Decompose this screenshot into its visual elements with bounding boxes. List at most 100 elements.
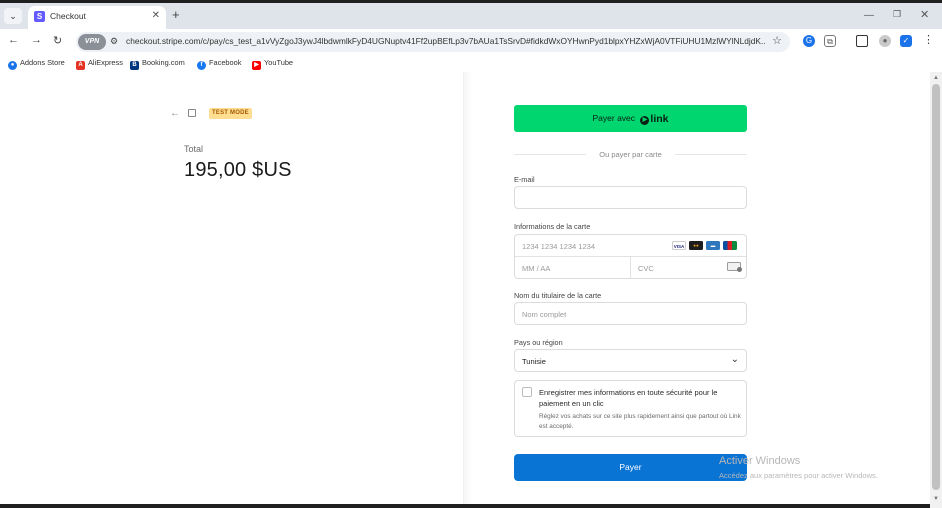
reload-button[interactable]: ↻ [53, 34, 62, 47]
cardholder-placeholder: Nom complet [522, 310, 567, 319]
reload-icon: ↻ [53, 35, 63, 47]
email-label: E-mail [514, 175, 535, 184]
arrow-right-icon: → [31, 34, 42, 46]
plus-icon: + [172, 7, 180, 22]
tab-strip: ⌄ S Checkout ✕ + — ❐ ✕ [0, 3, 942, 29]
country-value: Tunisie [522, 357, 546, 366]
menu-button[interactable]: ⋮ [923, 33, 934, 46]
test-mode-badge: TEST MODE [209, 108, 252, 119]
site-settings-icon[interactable]: ⚙ [110, 36, 118, 47]
divider-line-left [514, 154, 586, 155]
bookmark-aliexpress[interactable]: A AliExpress [76, 58, 123, 70]
scroll-up-icon[interactable]: ▲ [933, 75, 939, 81]
link-arrow-icon: ▶ [640, 116, 650, 125]
cardholder-name-field[interactable]: Nom complet [514, 302, 747, 325]
scroll-down-icon[interactable]: ▼ [933, 496, 939, 502]
bookmark-booking[interactable]: B Booking.com [130, 58, 185, 70]
tab-title: Checkout [50, 11, 86, 21]
back-arrow-icon[interactable]: ← [170, 108, 180, 119]
bookmark-label: AliExpress [88, 58, 123, 67]
close-window-button[interactable]: ✕ [920, 8, 929, 21]
page-scrollbar[interactable]: ▲ ▼ [930, 72, 942, 508]
country-label: Pays ou région [514, 338, 563, 347]
minimize-icon: — [864, 10, 874, 21]
mastercard-icon: ●● [689, 241, 703, 250]
bookmark-label: Facebook [209, 58, 242, 67]
total-label: Total [184, 144, 204, 154]
save-info-description: Réglez vos achats sur ce site plus rapid… [539, 413, 741, 430]
aliexpress-icon: A [76, 61, 85, 70]
profile-avatar-icon[interactable]: ● [879, 35, 891, 47]
total-amount: 195,00 $US [184, 159, 292, 181]
shield-icon[interactable]: ✓ [900, 35, 912, 47]
windows-activation-text: Accédez aux paramètres pour activer Wind… [719, 471, 878, 480]
column-shadow [464, 72, 472, 508]
url-text[interactable]: checkout.stripe.com/c/pay/cs_test_a1vVyZ… [126, 36, 766, 46]
amex-icon: ▬ [706, 241, 720, 250]
new-tab-button[interactable]: + [172, 8, 180, 22]
youtube-icon: ▶ [252, 61, 261, 70]
puzzle-icon[interactable]: ⧉ [824, 35, 836, 47]
minimize-button[interactable]: — [864, 10, 874, 21]
save-info-title[interactable]: Enregistrer mes informations en toute sé… [539, 387, 739, 409]
pay-with-link-button[interactable]: Payer avec ▶ link [514, 105, 747, 132]
email-field[interactable] [514, 186, 747, 209]
cvc-field[interactable]: CVC [638, 264, 654, 273]
tab-close-icon[interactable]: ✕ [152, 10, 160, 21]
bookmark-label: Addons Store [20, 58, 65, 67]
vpn-badge[interactable]: VPN [78, 34, 106, 50]
booking-icon: B [130, 61, 139, 70]
address-bar[interactable]: VPN ⚙ checkout.stripe.com/c/pay/cs_test_… [76, 32, 790, 52]
save-info-box: Enregistrer mes informations en toute sé… [514, 380, 747, 437]
checkout-page: ← TEST MODE Total 195,00 $US Payer avec … [0, 72, 930, 508]
or-pay-by-card-text: Ou payer par carte [599, 150, 662, 159]
card-column-divider [630, 257, 631, 279]
link-logo-text: link [650, 113, 669, 125]
cvc-dot [737, 267, 742, 272]
browser-tab-checkout[interactable]: S Checkout ✕ [28, 6, 166, 29]
chevron-down-icon: ⌄ [9, 11, 17, 21]
card-info-label: Informations de la carte [514, 222, 591, 231]
bookmarks-bar: ● Addons Store A AliExpress B Booking.com f… [0, 55, 942, 72]
browser-toolbar: ← → ↻ VPN ⚙ checkout.stripe.com/c/pay/cs… [0, 29, 942, 55]
bookmark-star-icon[interactable]: ☆ [772, 34, 782, 47]
store-icon [188, 109, 196, 117]
save-info-checkbox[interactable] [522, 387, 532, 397]
restore-button[interactable]: ❐ [893, 9, 901, 20]
bookmark-label: Booking.com [142, 58, 185, 67]
back-button[interactable]: ← [8, 34, 19, 46]
chevron-down-icon: ⌄ [730, 354, 739, 365]
scrollbar-thumb[interactable] [932, 84, 940, 490]
pay-button-label: Payer [619, 462, 642, 472]
bookmark-label: YouTube [264, 58, 294, 67]
bookmark-addons-store[interactable]: ● Addons Store [8, 58, 65, 70]
link-button-prefix: Payer avec [592, 113, 636, 123]
close-icon: ✕ [920, 9, 930, 21]
window-frame-bottom [0, 504, 930, 508]
windows-activation-title: Activer Windows [719, 455, 801, 467]
stripe-favicon-icon: S [34, 11, 45, 22]
facebook-icon: f [197, 61, 206, 70]
country-select[interactable]: Tunisie ⌄ [514, 349, 747, 372]
divider-line-right [675, 154, 747, 155]
pay-button[interactable]: Payer [514, 454, 747, 481]
arrow-left-icon: ← [8, 34, 19, 46]
kebab-menu-icon: ⋮ [923, 34, 934, 46]
card-number-field[interactable]: 1234 1234 1234 1234 [522, 242, 595, 251]
link-button-label: Payer avec ▶ link [514, 113, 747, 125]
jcb-icon [723, 241, 737, 250]
tab-search-button[interactable]: ⌄ [4, 8, 22, 24]
bookmark-youtube[interactable]: ▶ YouTube [252, 58, 293, 70]
forward-button[interactable]: → [31, 34, 42, 46]
extension-icon[interactable]: G [803, 35, 815, 47]
expiry-field[interactable]: MM / AA [522, 264, 550, 273]
restore-icon: ❐ [893, 9, 902, 19]
cardholder-label: Nom du titulaire de la carte [514, 291, 602, 300]
side-panel-icon[interactable] [856, 35, 868, 47]
visa-icon: VISA [672, 241, 686, 250]
addons-store-icon: ● [8, 61, 17, 70]
cvc-card-icon [727, 262, 742, 272]
link-logo: ▶ link [640, 113, 669, 125]
card-details-group: 1234 1234 1234 1234 VISA ●● ▬ MM / AA CV… [514, 234, 747, 279]
bookmark-facebook[interactable]: f Facebook [197, 58, 241, 70]
